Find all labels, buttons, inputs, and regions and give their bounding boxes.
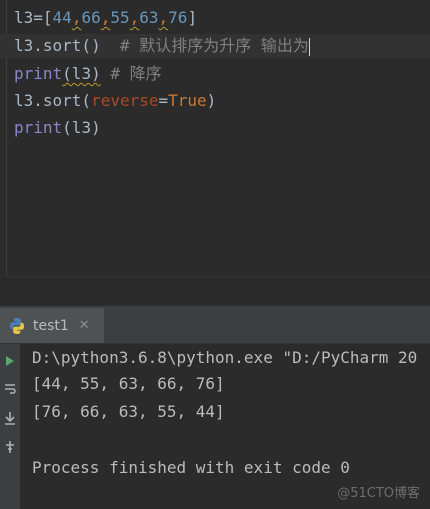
sort-call-open: l3.sort( <box>14 91 92 110</box>
assign-op: = <box>33 8 43 27</box>
list-num-5: 76 <box>168 8 188 27</box>
list-comma: , <box>71 8 82 27</box>
paren-close: ) <box>206 91 217 110</box>
comment-ascending: # 默认排序为升序 输出为 <box>119 36 309 55</box>
code-line-4[interactable]: l3.sort(reverse=True) <box>14 89 216 113</box>
true-const: True <box>168 91 207 110</box>
list-comma: , <box>100 8 111 27</box>
comment-descending: # 降序 <box>110 64 162 83</box>
run-side-toolbar <box>0 344 20 509</box>
print-builtin: print <box>14 118 63 137</box>
run-tab-test1[interactable]: test1 ✕ <box>0 308 104 343</box>
print-arg: (l3) <box>62 64 101 83</box>
list-comma: , <box>129 8 140 27</box>
editor-bottom-strip <box>0 276 430 307</box>
text-caret <box>308 37 310 56</box>
code-line-3[interactable]: print(l3) # 降序 <box>14 62 162 86</box>
rerun-icon[interactable] <box>0 350 20 372</box>
output-sorted-asc: [44, 55, 63, 66, 76] <box>32 374 225 393</box>
code-line-2[interactable]: l3.sort() # 默认排序为升序 输出为 <box>0 34 430 58</box>
output-exit-message: Process finished with exit code 0 <box>32 458 350 477</box>
pin-icon[interactable] <box>0 436 20 458</box>
print-arg: (l3) <box>62 118 101 137</box>
code-line-1[interactable]: l3=[44,66,55,63,76] <box>14 6 197 30</box>
list-comma: , <box>158 8 169 27</box>
param-eq: = <box>158 91 169 110</box>
var-l3: l3 <box>14 8 34 27</box>
close-icon[interactable]: ✕ <box>79 318 90 333</box>
soft-wrap-icon[interactable] <box>0 378 20 400</box>
run-tab-bar: test1 ✕ <box>0 308 430 344</box>
code-line-5[interactable]: print(l3) <box>14 116 101 140</box>
bracket-close: ] <box>187 8 198 27</box>
output-command-line: D:\python3.6.8\python.exe "D:/PyCharm 20 <box>32 348 418 367</box>
python-icon <box>10 317 24 334</box>
reverse-param: reverse <box>91 91 159 110</box>
bracket-open: [ <box>42 8 53 27</box>
list-num-4: 63 <box>139 8 159 27</box>
code-editor[interactable]: l3=[44,66,55,63,76] l3.sort() # 默认排序为升序 … <box>0 0 430 276</box>
run-tab-label: test1 <box>33 317 69 334</box>
list-num-1: 44 <box>52 8 72 27</box>
output-sorted-desc: [76, 66, 63, 55, 44] <box>32 402 225 421</box>
run-tool-window: test1 ✕ D:\python3.6.8\python.exe "D:/Py… <box>0 308 430 509</box>
scroll-to-end-icon[interactable] <box>0 407 20 429</box>
list-num-3: 55 <box>110 8 130 27</box>
sort-call: l3.sort() <box>14 36 101 55</box>
print-builtin: print <box>14 64 63 83</box>
watermark: @51CTO博客 <box>337 486 420 501</box>
list-num-2: 66 <box>81 8 101 27</box>
